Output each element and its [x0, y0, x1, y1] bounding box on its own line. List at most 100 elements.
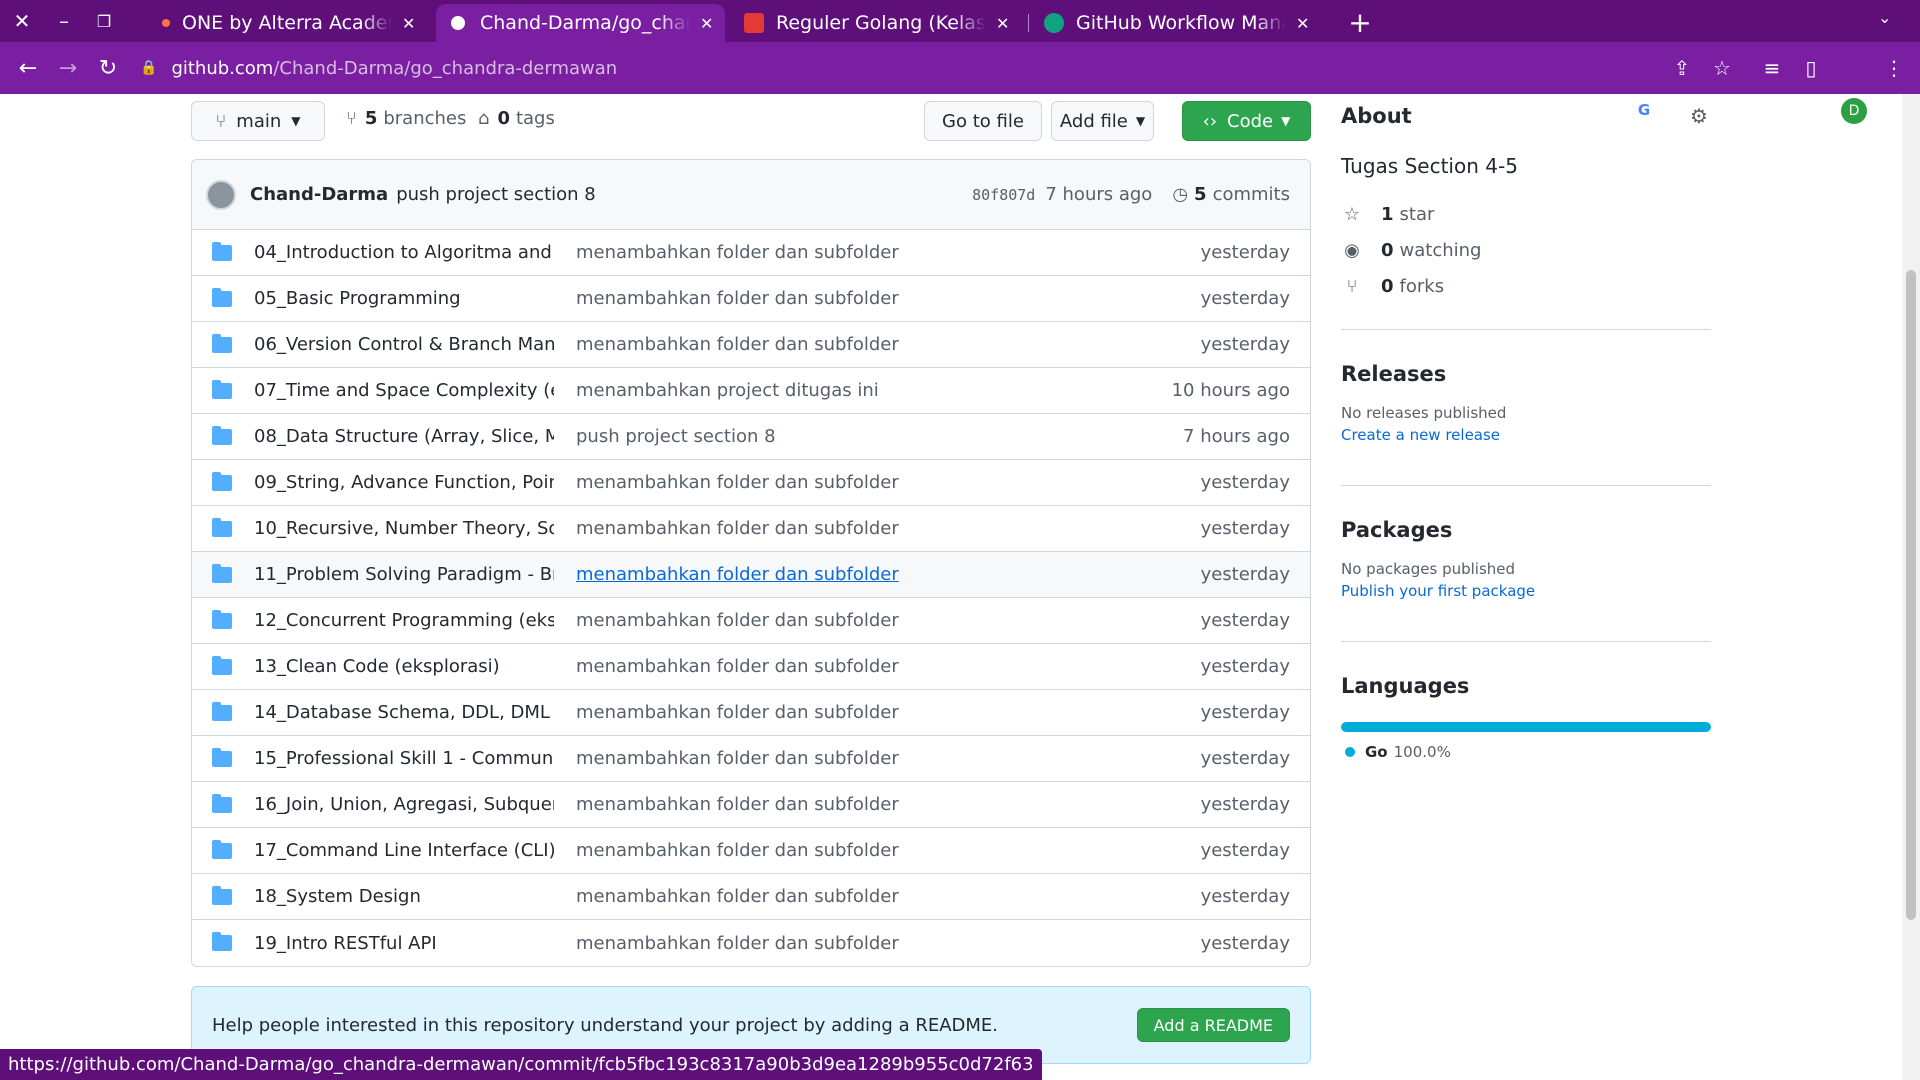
forward-icon[interactable]: →: [50, 50, 86, 86]
tags-link[interactable]: ⌂ 0 tags: [478, 108, 555, 129]
tags-label: tags: [515, 108, 555, 129]
file-name[interactable]: 17_Command Line Interface (CLI): [254, 840, 554, 861]
file-name[interactable]: 12_Concurrent Programming (eksp...: [254, 610, 554, 631]
profile-avatar[interactable]: D: [1841, 98, 1867, 124]
scrollbar-thumb[interactable]: [1906, 270, 1916, 920]
create-release-link[interactable]: Create a new release: [1341, 426, 1711, 444]
tab-close-icon[interactable]: ✕: [700, 14, 713, 33]
file-commit-message[interactable]: menambahkan folder dan subfolder: [576, 656, 976, 677]
share-icon[interactable]: ⇪: [1668, 54, 1696, 82]
file-commit-message[interactable]: menambahkan folder dan subfolder: [576, 702, 976, 723]
branches-link[interactable]: ⑂ 5 branches: [346, 108, 466, 129]
tab-search-chevron-icon[interactable]: ⌄: [1878, 8, 1891, 27]
status-bar-url: https://github.com/Chand-Darma/go_chandr…: [0, 1049, 1042, 1080]
gear-icon[interactable]: ⚙: [1690, 104, 1708, 128]
address-bar[interactable]: 🔒 github.com/Chand-Darma/go_chandra-derm…: [140, 48, 1700, 88]
commits-label: commits: [1212, 184, 1290, 205]
releases-title[interactable]: Releases: [1341, 362, 1711, 386]
file-name[interactable]: 15_Professional Skill 1 - Communic...: [254, 748, 554, 769]
file-name[interactable]: 14_Database Schema, DDL, DML: [254, 702, 554, 723]
file-commit-message[interactable]: menambahkan folder dan subfolder: [576, 748, 976, 769]
side-panel-icon[interactable]: ▯: [1797, 54, 1825, 82]
file-commit-message[interactable]: menambahkan folder dan subfolder: [576, 334, 976, 355]
back-icon[interactable]: ←: [10, 50, 46, 86]
file-commit-message[interactable]: menambahkan folder dan subfolder: [576, 933, 976, 954]
file-name[interactable]: 11_Problem Solving Paradigm - Br...: [254, 564, 554, 585]
language-item[interactable]: Go 100.0%: [1341, 743, 1711, 761]
tab-alterra[interactable]: ONE by Alterra Academy ✕: [150, 4, 427, 42]
media-queue-icon[interactable]: ≡: [1758, 54, 1786, 82]
file-commit-message[interactable]: menambahkan folder dan subfolder: [576, 564, 976, 585]
watching-label: watching: [1399, 239, 1482, 261]
language-percent: 100.0%: [1393, 743, 1451, 761]
tags-count: 0: [497, 108, 510, 129]
folder-icon: [212, 241, 232, 261]
new-tab-icon[interactable]: +: [1342, 4, 1378, 40]
file-name[interactable]: 04_Introduction to Algoritma and ...: [254, 242, 554, 263]
file-name[interactable]: 07_Time and Space Complexity (ek...: [254, 380, 554, 401]
tab-close-icon[interactable]: ✕: [402, 14, 415, 33]
folder-icon: [212, 885, 232, 905]
publish-package-link[interactable]: Publish your first package: [1341, 582, 1711, 600]
commit-message[interactable]: push project section 8: [396, 184, 596, 205]
file-name[interactable]: 19_Intro RESTful API: [254, 933, 554, 954]
divider: [1341, 485, 1711, 486]
file-commit-message[interactable]: menambahkan folder dan subfolder: [576, 242, 976, 263]
tab-close-icon[interactable]: ✕: [996, 14, 1009, 33]
file-commit-message[interactable]: push project section 8: [576, 426, 976, 447]
commits-link[interactable]: ◷ 5 commits: [1172, 184, 1290, 205]
file-commit-time: yesterday: [1200, 564, 1290, 585]
stars-link[interactable]: ☆ 1 star: [1341, 196, 1711, 232]
add-file-button[interactable]: Add file ▼: [1051, 101, 1154, 141]
forks-label: forks: [1399, 275, 1445, 297]
file-name[interactable]: 09_String, Advance Function, Point...: [254, 472, 554, 493]
branches-label: branches: [383, 108, 467, 129]
file-name[interactable]: 08_Data Structure (Array, Slice, Ma...: [254, 426, 554, 447]
author-avatar[interactable]: [206, 179, 236, 210]
language-bar: [1341, 722, 1711, 732]
tab-close-icon[interactable]: ✕: [1296, 14, 1309, 33]
packages-title[interactable]: Packages: [1341, 518, 1711, 542]
file-commit-message[interactable]: menambahkan folder dan subfolder: [576, 288, 976, 309]
file-name[interactable]: 06_Version Control & Branch Mana...: [254, 334, 554, 355]
caret-down-icon: ▼: [291, 114, 301, 128]
bookmark-star-icon[interactable]: ☆: [1708, 54, 1736, 82]
branch-selector[interactable]: ⑂ main ▼: [191, 101, 325, 141]
code-button[interactable]: ‹› Code ▼: [1182, 101, 1311, 141]
folder-icon: [212, 471, 232, 491]
commit-author[interactable]: Chand-Darma: [250, 184, 388, 205]
file-name[interactable]: 18_System Design: [254, 886, 554, 907]
file-name[interactable]: 16_Join, Union, Agregasi, Subquery...: [254, 794, 554, 815]
file-name[interactable]: 13_Clean Code (eksplorasi): [254, 656, 554, 677]
minimize-icon[interactable]: –: [44, 0, 84, 42]
file-commit-message[interactable]: menambahkan folder dan subfolder: [576, 518, 976, 539]
tab-github-repo[interactable]: Chand-Darma/go_chandra-dermawan ✕: [436, 4, 726, 42]
tab-reguler-golang[interactable]: Reguler Golang (Kelas A) ✕: [732, 4, 1021, 42]
star-icon: ☆: [1343, 203, 1361, 225]
tab-workflow[interactable]: GitHub Workflow Management ✕: [1032, 4, 1321, 42]
lock-icon[interactable]: 🔒: [140, 60, 157, 76]
file-commit-message[interactable]: menambahkan folder dan subfolder: [576, 840, 976, 861]
file-commit-message[interactable]: menambahkan folder dan subfolder: [576, 886, 976, 907]
branches-count: 5: [364, 108, 378, 129]
file-commit-message[interactable]: menambahkan folder dan subfolder: [576, 794, 976, 815]
go-to-file-button[interactable]: Go to file: [924, 101, 1042, 141]
file-name[interactable]: 05_Basic Programming: [254, 288, 554, 309]
file-name[interactable]: 10_Recursive, Number Theory, Sor...: [254, 518, 554, 539]
file-commit-message[interactable]: menambahkan project ditugas ini: [576, 380, 976, 401]
restore-icon[interactable]: ❐: [84, 0, 124, 42]
reload-icon[interactable]: ↻: [90, 50, 126, 86]
file-commit-message[interactable]: menambahkan folder dan subfolder: [576, 610, 976, 631]
page-scrollbar[interactable]: [1902, 94, 1920, 1080]
file-commit-time: yesterday: [1200, 242, 1290, 263]
code-label: Code: [1227, 110, 1274, 132]
close-window-icon[interactable]: ✕: [2, 0, 42, 42]
file-row: 17_Command Line Interface (CLI) menambahk…: [192, 828, 1310, 874]
folder-icon: [212, 563, 232, 583]
forks-link[interactable]: ⑂ 0 forks: [1341, 268, 1711, 304]
add-readme-button[interactable]: Add a README: [1136, 1008, 1290, 1042]
watching-link[interactable]: ◉ 0 watching: [1341, 232, 1711, 268]
commit-sha[interactable]: 80f807d: [972, 186, 1035, 204]
file-commit-message[interactable]: menambahkan folder dan subfolder: [576, 472, 976, 493]
kebab-menu-icon[interactable]: ⋮: [1880, 54, 1908, 82]
